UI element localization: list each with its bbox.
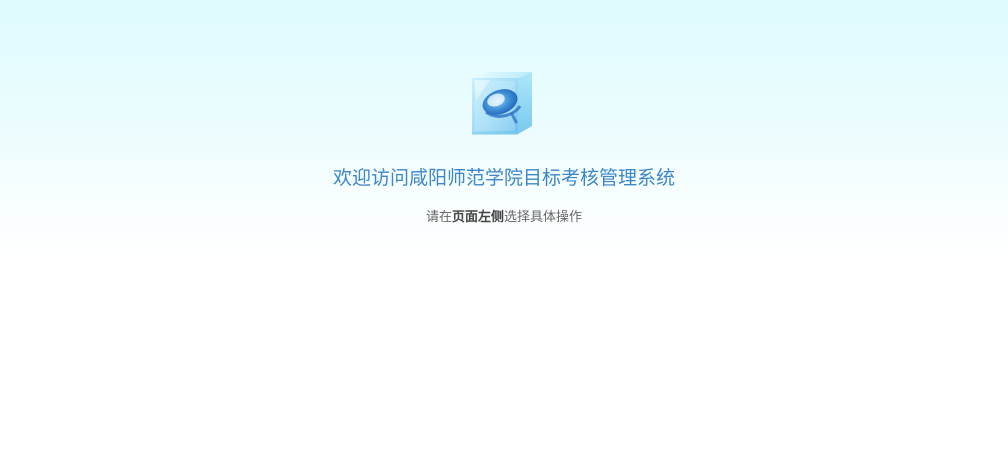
welcome-panel: 欢迎访问咸阳师范学院目标考核管理系统 请在页面左侧选择具体操作 <box>0 0 1008 469</box>
crystal-cube-logo-icon <box>466 70 536 138</box>
hint-prefix: 请在 <box>425 210 452 225</box>
hint-text: 请在页面左侧选择具体操作 <box>0 208 1008 228</box>
hint-suffix: 选择具体操作 <box>504 210 583 225</box>
welcome-title: 欢迎访问咸阳师范学院目标考核管理系统 <box>332 167 675 189</box>
hint-emphasis: 页面左侧 <box>451 210 504 225</box>
